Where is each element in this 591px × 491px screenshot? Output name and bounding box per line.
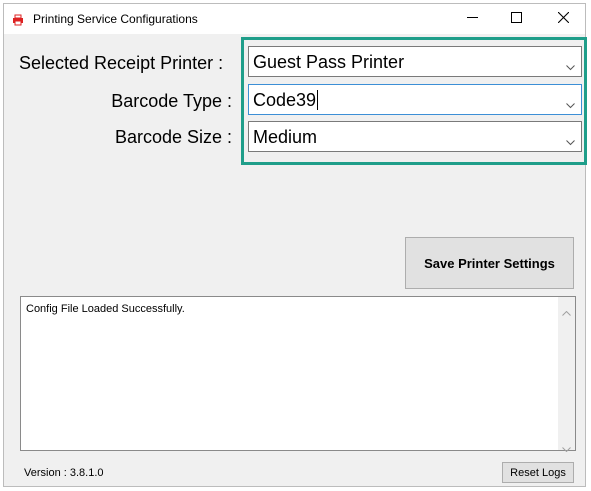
close-icon [557,10,569,28]
version-label: Version : 3.8.1.0 [24,467,104,479]
chevron-down-icon[interactable] [566,58,575,71]
barcode-type-label: Barcode Type : [111,91,232,111]
printer-icon [12,13,24,26]
log-scrollbar[interactable] [558,297,575,453]
barcode-type-text: Code39 [253,89,319,111]
chevron-down-icon[interactable] [566,96,575,109]
log-text: Config File Loaded Successfully. [26,303,185,315]
window-title: Printing Service Configurations [33,12,198,26]
barcode-size-select[interactable]: Medium [248,121,582,152]
barcode-type-select[interactable]: Code39 [248,84,582,115]
minimize-icon [466,10,478,28]
printer-select-value: Guest Pass Printer [253,52,405,72]
maximize-button[interactable] [494,4,538,34]
chevron-down-icon[interactable] [562,439,571,453]
barcode-type-value: Code39 [253,90,317,110]
app-window: Printing Service Configurations Selected… [3,3,587,487]
log-textarea[interactable]: Config File Loaded Successfully. [20,296,576,453]
reset-logs-button[interactable]: Reset Logs [502,462,574,483]
barcode-size-value: Medium [253,127,318,147]
chevron-up-icon[interactable] [562,303,571,316]
barcode-size-label: Barcode Size : [114,127,232,147]
minimize-button[interactable] [450,4,494,34]
chevron-down-icon[interactable] [566,133,575,146]
close-button[interactable] [541,4,585,34]
printer-label: Selected Receipt Printer : [19,53,224,73]
printer-select[interactable]: Guest Pass Printer [248,46,582,77]
title-bar[interactable]: Printing Service Configurations [4,4,585,34]
save-printer-settings-button[interactable]: Save Printer Settings [405,237,574,289]
text-cursor [317,89,319,110]
maximize-icon [510,10,522,28]
